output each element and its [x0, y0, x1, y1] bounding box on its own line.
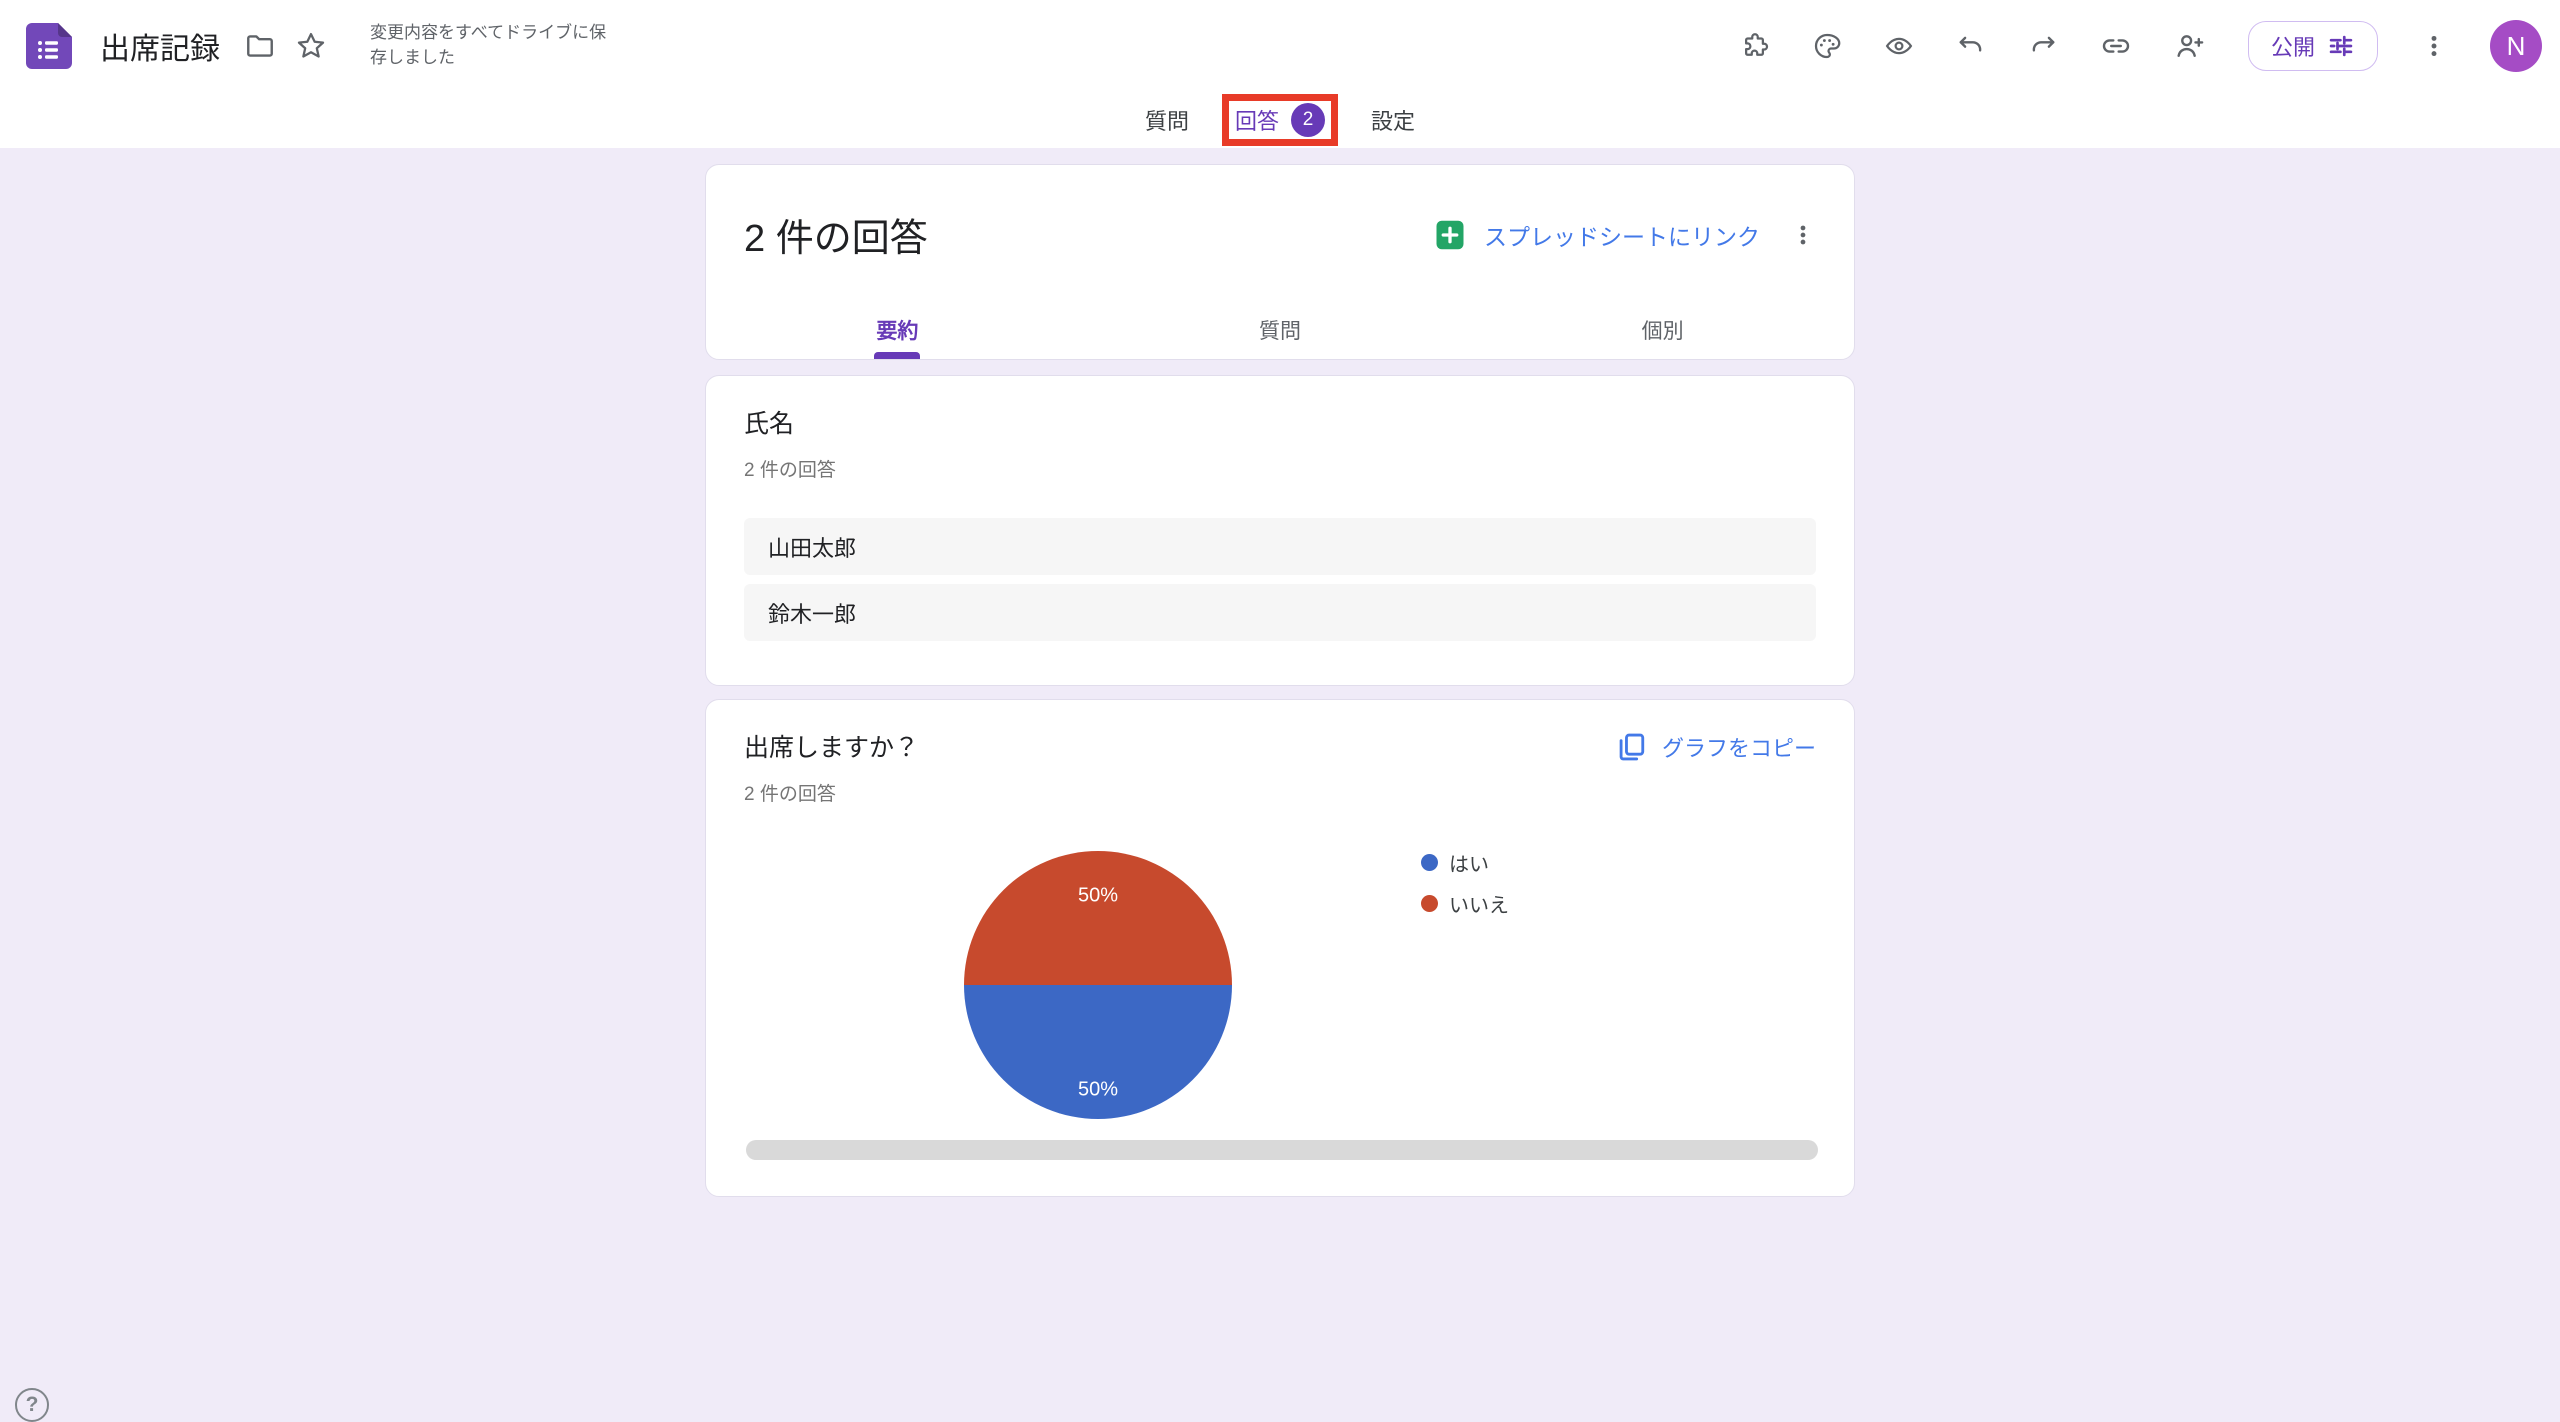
- legend-label: はい: [1449, 848, 1489, 877]
- save-status: 変更内容をすべてドライブに保存しました: [370, 21, 620, 70]
- kebab-menu-icon: [1790, 222, 1816, 248]
- question-title: 氏名: [744, 404, 1816, 440]
- app-header: 出席記録 変更内容をすべてドライブに保存しました: [0, 0, 2560, 92]
- link-to-sheets-label: スプレッドシートにリンク: [1484, 218, 1760, 252]
- pie-percent-label: 50%: [1078, 885, 1118, 908]
- legend-dot: [1421, 854, 1438, 871]
- sheets-icon: [1432, 217, 1468, 253]
- responses-total-title: 2 件の回答: [744, 207, 928, 262]
- responses-summary-card: 2 件の回答 スプレッドシートにリンク 要約: [705, 164, 1855, 360]
- answers-list: 山田太郎 鈴木一郎: [744, 518, 1816, 641]
- help-icon: ?: [26, 1393, 39, 1417]
- copy-chart-label: グラフをコピー: [1662, 731, 1816, 763]
- undo-icon: [1956, 31, 1986, 61]
- pie-chart: 50% 50%: [964, 851, 1232, 1119]
- question-response-count: 2 件の回答: [744, 779, 919, 806]
- tab-summary-label: 要約: [876, 315, 918, 345]
- chart-legend: はい いいえ: [1421, 848, 1509, 918]
- responses-count-badge: 2: [1291, 103, 1325, 137]
- copy-link-button[interactable]: [2100, 30, 2132, 62]
- pie-percent-label: 50%: [1078, 1079, 1118, 1102]
- legend-label: いいえ: [1449, 889, 1509, 918]
- forms-logo-icon[interactable]: [26, 23, 72, 69]
- tab-summary[interactable]: 要約: [706, 301, 1089, 359]
- add-collaborator-button[interactable]: [2174, 30, 2206, 62]
- preview-button[interactable]: [1884, 31, 1914, 61]
- question-card-name: 氏名 2 件の回答 山田太郎 鈴木一郎: [705, 375, 1855, 686]
- answer-row: 山田太郎: [744, 518, 1816, 575]
- copy-link-icon: [2100, 30, 2132, 62]
- answer-row: 鈴木一郎: [744, 584, 1816, 641]
- legend-item: いいえ: [1421, 889, 1509, 918]
- help-button[interactable]: ?: [15, 1388, 49, 1422]
- chart-horizontal-scrollbar[interactable]: [746, 1140, 1818, 1160]
- tab-responses[interactable]: 回答 2: [1235, 98, 1325, 142]
- legend-item: はい: [1421, 848, 1509, 877]
- responses-view-tabs: 要約 質問 個別: [706, 301, 1854, 359]
- tab-settings[interactable]: 設定: [1371, 98, 1415, 142]
- redo-icon: [2028, 31, 2058, 61]
- responses-page: 2 件の回答 スプレッドシートにリンク 要約: [0, 148, 2560, 1411]
- theme-button[interactable]: [1812, 31, 1842, 61]
- extensions-icon: [1740, 31, 1770, 61]
- folder-icon: [244, 30, 276, 62]
- form-title[interactable]: 出席記録: [100, 24, 220, 68]
- question-card-attendance: 出席しますか？ 2 件の回答 グラフをコピー 50% 50% はい: [705, 699, 1855, 1197]
- tab-question-view[interactable]: 質問: [1089, 301, 1472, 359]
- redo-button[interactable]: [2028, 31, 2058, 61]
- legend-dot: [1421, 895, 1438, 912]
- tune-icon: [2327, 32, 2355, 60]
- star-button[interactable]: [294, 29, 328, 63]
- question-title: 出席しますか？: [744, 728, 919, 764]
- tab-responses-label: 回答: [1235, 104, 1279, 136]
- account-avatar[interactable]: N: [2490, 20, 2542, 72]
- tab-individual[interactable]: 個別: [1471, 301, 1854, 359]
- publish-button[interactable]: 公開: [2248, 21, 2378, 71]
- link-to-sheets-button[interactable]: スプレッドシートにリンク: [1432, 217, 1760, 253]
- copy-icon: [1614, 730, 1648, 764]
- question-response-count: 2 件の回答: [744, 455, 1816, 482]
- palette-icon: [1812, 31, 1842, 61]
- star-icon: [294, 29, 328, 63]
- preview-eye-icon: [1884, 31, 1914, 61]
- add-collaborator-icon: [2174, 30, 2206, 62]
- undo-button[interactable]: [1956, 31, 1986, 61]
- copy-chart-button[interactable]: グラフをコピー: [1614, 730, 1816, 764]
- active-tab-indicator: [874, 352, 920, 359]
- tab-questions[interactable]: 質問: [1145, 98, 1189, 142]
- publish-label: 公開: [2271, 30, 2315, 62]
- kebab-menu-icon: [2420, 32, 2448, 60]
- header-toolbar: 公開 N: [1740, 20, 2560, 72]
- extensions-button[interactable]: [1740, 31, 1770, 61]
- more-options-button[interactable]: [2420, 32, 2448, 60]
- move-folder-button[interactable]: [244, 30, 276, 62]
- form-nav-tabbar: 質問 回答 2 設定: [0, 92, 2560, 148]
- responses-more-button[interactable]: [1790, 222, 1816, 248]
